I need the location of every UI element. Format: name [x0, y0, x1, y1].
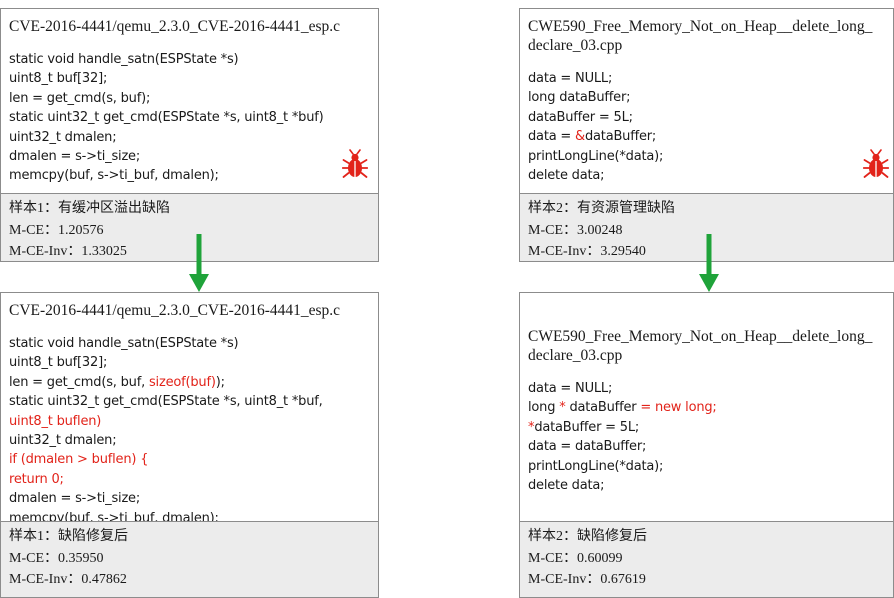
code-text: delete data;: [528, 168, 605, 184]
code-line: dmalen = s->ti_size;: [9, 147, 372, 166]
bug-icon: [342, 149, 368, 178]
code-text: uint32_t dmalen;: [9, 129, 117, 145]
code-line: data = NULL;: [528, 379, 887, 398]
code-line: delete data;: [528, 476, 887, 495]
sample-label: 样本1：有缓冲区溢出缺陷: [9, 201, 170, 216]
code-text: dataBuffer = 5L;: [528, 109, 633, 125]
code-line: uint32_t dmalen;: [9, 128, 372, 147]
sample-label: 样本1：缺陷修复后: [9, 529, 128, 544]
code-line: long * dataBuffer = new long;: [528, 398, 887, 417]
code-lines: static void handle_satn(ESPState *s) uint…: [9, 50, 372, 186]
code-text: len = get_cmd(s, buf);: [9, 90, 151, 106]
code-change-highlight: uint8_t buflen): [9, 413, 102, 429]
code-line: static void handle_satn(ESPState *s): [9, 334, 372, 353]
code-text: static uint32_t get_cmd(ESPState *s, uin…: [9, 110, 324, 126]
code-area: CWE590_Free_Memory_Not_on_Heap__delete_l…: [520, 293, 893, 495]
code-area: CVE-2016-4441/qemu_2.3.0_CVE-2016-4441_e…: [1, 9, 378, 186]
code-line: *dataBuffer = 5L;: [528, 418, 887, 437]
code-line: uint32_t dmalen;: [9, 431, 372, 450]
down-arrow-icon: [189, 234, 209, 292]
code-text: dataBuffer: [565, 400, 641, 416]
code-text: dmalen = s->ti_size;: [9, 149, 141, 165]
code-line: dataBuffer = 5L;: [528, 108, 887, 127]
panel-footer: 样本2：缺陷修复后 M-CE：0.60099 M-CE-Inv：0.67619: [520, 521, 893, 597]
code-panel-sample1-defect: CVE-2016-4441/qemu_2.3.0_CVE-2016-4441_e…: [0, 8, 379, 262]
code-text: static void handle_satn(ESPState *s): [9, 52, 239, 67]
code-text: );: [215, 374, 225, 390]
m-ce-value: M-CE：0.60099: [528, 550, 623, 566]
panel-title: CWE590_Free_Memory_Not_on_Heap__delete_l…: [528, 18, 873, 54]
code-change-highlight: return 0;: [9, 471, 64, 487]
code-text: data =: [528, 129, 576, 145]
down-arrow-icon: [699, 234, 719, 292]
code-line: uint8_t buf[32];: [9, 69, 372, 88]
code-text: long: [528, 400, 560, 416]
code-line: printLongLine(*data);: [528, 147, 887, 166]
code-change-highlight: sizeof(buf): [148, 374, 216, 390]
code-line: printLongLine(*data);: [528, 457, 887, 476]
code-line: delete data;: [528, 166, 887, 185]
code-text: static uint32_t get_cmd(ESPState *s, uin…: [9, 394, 323, 410]
code-panel-sample1-fixed: CVE-2016-4441/qemu_2.3.0_CVE-2016-4441_e…: [0, 292, 379, 598]
code-text: uint8_t buf[32];: [9, 355, 108, 371]
code-line: uint8_t buf[32];: [9, 353, 372, 372]
code-line: uint8_t buflen): [9, 412, 372, 431]
code-line: data = dataBuffer;: [528, 437, 887, 456]
code-line: if (dmalen > buflen) {: [9, 450, 372, 469]
sample-label: 样本2：有资源管理缺陷: [528, 201, 675, 216]
code-panel-sample2-fixed: CWE590_Free_Memory_Not_on_Heap__delete_l…: [519, 292, 894, 598]
code-area: CVE-2016-4441/qemu_2.3.0_CVE-2016-4441_e…: [1, 293, 378, 528]
code-line: memcpy(buf, s->ti_buf, dmalen);: [9, 166, 372, 185]
panel-title: CWE590_Free_Memory_Not_on_Heap__delete_l…: [528, 328, 873, 364]
sample-label: 样本2：缺陷修复后: [528, 529, 647, 544]
m-ce-value: M-CE：0.35950: [9, 550, 104, 566]
code-panel-sample2-defect: CWE590_Free_Memory_Not_on_Heap__delete_l…: [519, 8, 894, 262]
code-text: dataBuffer = 5L;: [534, 419, 640, 435]
m-ce-inv-value: M-CE-Inv：0.47862: [9, 572, 127, 587]
code-line: len = get_cmd(s, buf, sizeof(buf));: [9, 373, 372, 392]
code-line: static uint32_t get_cmd(ESPState *s, uin…: [9, 108, 372, 127]
code-text: dataBuffer;: [584, 129, 657, 145]
code-text: delete data;: [528, 478, 605, 494]
code-line: len = get_cmd(s, buf);: [9, 89, 372, 108]
code-text: dmalen = s->ti_size;: [9, 491, 141, 507]
code-lines: data = NULL; long dataBuffer; dataBuffer =…: [528, 69, 887, 185]
code-text: uint8_t buf[32];: [9, 71, 108, 87]
code-text: long dataBuffer;: [528, 90, 631, 106]
code-change-highlight: if (dmalen > buflen) {: [9, 452, 149, 468]
code-text: data = dataBuffer;: [528, 439, 647, 455]
panel-title: CVE-2016-4441/qemu_2.3.0_CVE-2016-4441_e…: [9, 18, 341, 35]
code-line: data = &dataBuffer;: [528, 127, 887, 146]
code-change-highlight: = new long;: [640, 400, 717, 416]
panel-footer: 样本1：缺陷修复后 M-CE：0.35950 M-CE-Inv：0.47862: [1, 521, 378, 597]
m-ce-inv-value: M-CE-Inv：0.67619: [528, 572, 646, 587]
code-line: static uint32_t get_cmd(ESPState *s, uin…: [9, 392, 372, 411]
code-text: static void handle_satn(ESPState *s): [9, 336, 239, 351]
code-text: printLongLine(*data);: [528, 148, 664, 164]
code-line: data = NULL;: [528, 69, 887, 88]
code-line: static void handle_satn(ESPState *s): [9, 50, 372, 69]
code-text: len = get_cmd(s, buf,: [9, 374, 149, 390]
bug-icon: [863, 149, 889, 178]
code-change-highlight: &: [575, 129, 585, 145]
code-text: data = NULL;: [528, 381, 613, 396]
code-text: memcpy(buf, s->ti_buf, dmalen);: [9, 168, 219, 184]
panel-title: CVE-2016-4441/qemu_2.3.0_CVE-2016-4441_e…: [9, 302, 341, 319]
code-line: dmalen = s->ti_size;: [9, 489, 372, 508]
code-lines: static void handle_satn(ESPState *s) uint…: [9, 334, 372, 528]
code-text: data = NULL;: [528, 71, 613, 86]
code-lines: data = NULL; long * dataBuffer = new long…: [528, 379, 887, 495]
code-text: uint32_t dmalen;: [9, 433, 117, 449]
code-text: printLongLine(*data);: [528, 458, 664, 474]
code-area: CWE590_Free_Memory_Not_on_Heap__delete_l…: [520, 9, 893, 185]
code-line: long dataBuffer;: [528, 88, 887, 107]
code-line: return 0;: [9, 470, 372, 489]
